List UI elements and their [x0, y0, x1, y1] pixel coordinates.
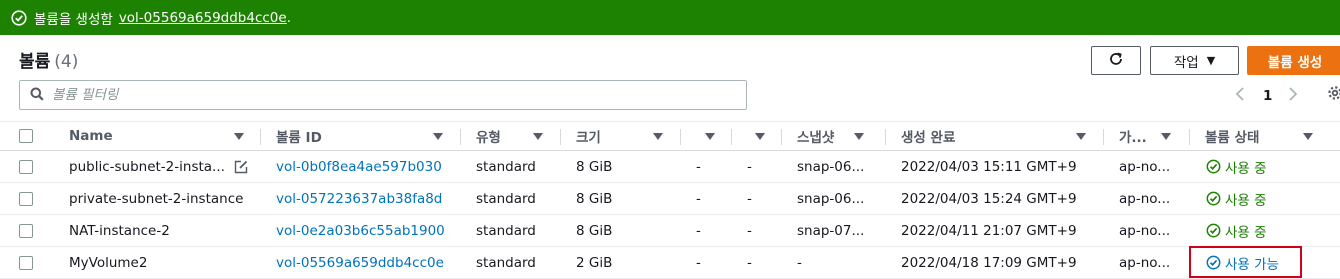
- row-col6: -: [747, 254, 752, 271]
- column-header-type[interactable]: 유형: [476, 122, 549, 150]
- column-header-snapshot[interactable]: 스냅샷: [797, 122, 870, 150]
- row-snapshot: snap-06...: [797, 190, 865, 207]
- column-header-size[interactable]: 크기: [576, 122, 669, 150]
- page-title-text: 볼륨: [19, 52, 51, 72]
- gear-icon[interactable]: [1327, 85, 1340, 101]
- column-header-6[interactable]: [747, 122, 771, 150]
- row-volume-id-link[interactable]: vol-05569a659ddb4cc0e: [276, 247, 456, 278]
- row-col6: -: [747, 158, 752, 175]
- select-all-cell: [19, 122, 35, 150]
- row-size: 8 GiB: [576, 190, 613, 207]
- row-name: MyVolume2: [69, 254, 148, 271]
- table-row[interactable]: private-subnet-2-instance vol-057223637a…: [0, 183, 1340, 215]
- search-input[interactable]: [52, 87, 732, 103]
- row-checkbox[interactable]: [19, 255, 33, 270]
- row-created: 2022/04/11 21:07 GMT+9: [901, 222, 1077, 239]
- sort-caret-icon: [1161, 132, 1171, 140]
- edit-icon[interactable]: [234, 160, 248, 174]
- page-title: 볼륨 (4): [19, 47, 78, 72]
- sort-caret-icon: [1076, 132, 1086, 140]
- row-col5: -: [696, 158, 701, 175]
- sort-caret-icon: [653, 132, 663, 140]
- actions-dropdown-button[interactable]: 작업 ▼: [1150, 46, 1239, 75]
- column-header-az[interactable]: 가...: [1119, 122, 1177, 150]
- row-name: NAT-instance-2: [69, 222, 170, 239]
- row-snapshot: snap-07...: [797, 222, 865, 239]
- row-created: 2022/04/18 17:09 GMT+9: [901, 254, 1077, 271]
- row-type: standard: [476, 190, 536, 207]
- flash-suffix: .: [286, 9, 292, 26]
- row-az: ap-no...: [1119, 222, 1171, 239]
- chevron-right-icon[interactable]: [1288, 86, 1302, 106]
- table-row[interactable]: NAT-instance-2 vol-0e2a03b6c55ab1900 sta…: [0, 215, 1340, 247]
- column-header-created[interactable]: 생성 완료: [901, 122, 1092, 150]
- sort-caret-icon: [533, 132, 543, 140]
- table-row[interactable]: MyVolume2 vol-05569a659ddb4cc0e standard…: [0, 247, 1340, 279]
- success-flash-banner: 볼륨을 생성함 vol-05569a659ddb4cc0e .: [0, 0, 1340, 35]
- pagination: 1: [1235, 86, 1302, 106]
- filter-search-box[interactable]: [19, 80, 747, 110]
- sort-caret-icon: [705, 132, 715, 140]
- column-header-state[interactable]: 볼륨 상태: [1205, 122, 1319, 150]
- actions-label: 작업: [1173, 54, 1199, 71]
- flash-volume-link[interactable]: vol-05569a659ddb4cc0e: [119, 10, 287, 26]
- volume-count: (4): [54, 52, 79, 72]
- flash-message: 볼륨을 생성함: [34, 11, 113, 28]
- column-header-name[interactable]: Name: [69, 122, 250, 150]
- status-check-icon: [1206, 159, 1221, 174]
- row-az: ap-no...: [1119, 254, 1171, 271]
- sort-caret-icon: [433, 132, 443, 140]
- row-size: 8 GiB: [576, 158, 613, 175]
- sort-caret-icon: [234, 132, 244, 140]
- row-az: ap-no...: [1119, 190, 1171, 207]
- caret-down-icon: ▼: [1206, 54, 1216, 67]
- row-state: 사용 중: [1206, 215, 1326, 246]
- row-volume-id-link[interactable]: vol-0b0f8ea4ae597b030: [276, 151, 456, 182]
- success-check-icon: [11, 9, 27, 26]
- row-type: standard: [476, 254, 536, 271]
- search-icon: [30, 86, 44, 105]
- row-col5: -: [696, 222, 701, 239]
- row-created: 2022/04/03 15:11 GMT+9: [901, 158, 1077, 175]
- column-header-volume-id[interactable]: 볼륨 ID: [276, 122, 449, 150]
- row-col5: -: [696, 254, 701, 271]
- row-size: 8 GiB: [576, 222, 613, 239]
- status-check-icon: [1206, 223, 1221, 238]
- row-az: ap-no...: [1119, 158, 1171, 175]
- row-checkbox[interactable]: [19, 191, 33, 206]
- row-state: 사용 중: [1206, 183, 1326, 214]
- row-state: 사용 중: [1206, 151, 1326, 182]
- row-volume-id-link[interactable]: vol-0e2a03b6c55ab1900: [276, 215, 456, 246]
- column-header-5[interactable]: [696, 122, 721, 150]
- row-type: standard: [476, 158, 536, 175]
- table-header-row: Name 볼륨 ID 유형 크기 스냅샷 생성 완료 가... 볼륨 상태: [0, 121, 1340, 151]
- row-col6: -: [747, 190, 752, 207]
- row-snapshot: -: [797, 254, 802, 271]
- status-check-icon: [1206, 191, 1221, 206]
- refresh-icon: [1108, 51, 1124, 71]
- row-snapshot: snap-06...: [797, 158, 865, 175]
- sort-caret-icon: [854, 132, 864, 140]
- create-volume-button[interactable]: 볼륨 생성: [1247, 46, 1340, 75]
- chevron-left-icon[interactable]: [1235, 86, 1249, 106]
- refresh-button[interactable]: [1091, 46, 1141, 75]
- row-checkbox[interactable]: [19, 159, 33, 174]
- row-checkbox[interactable]: [19, 223, 33, 238]
- row-created: 2022/04/03 15:24 GMT+9: [901, 190, 1077, 207]
- row-col5: -: [696, 190, 701, 207]
- highlight-box: [1189, 246, 1302, 278]
- row-col6: -: [747, 222, 752, 239]
- row-type: standard: [476, 222, 536, 239]
- row-name: public-subnet-2-insta...: [69, 151, 264, 182]
- row-name: private-subnet-2-instance: [69, 190, 244, 207]
- table-row[interactable]: public-subnet-2-insta... vol-0b0f8ea4ae5…: [0, 151, 1340, 183]
- select-all-checkbox[interactable]: [19, 129, 33, 143]
- sort-caret-icon: [755, 132, 765, 140]
- row-volume-id-link[interactable]: vol-057223637ab38fa8d: [276, 183, 456, 214]
- row-size: 2 GiB: [576, 254, 613, 271]
- page-number[interactable]: 1: [1263, 88, 1272, 104]
- sort-caret-icon: [1303, 132, 1313, 140]
